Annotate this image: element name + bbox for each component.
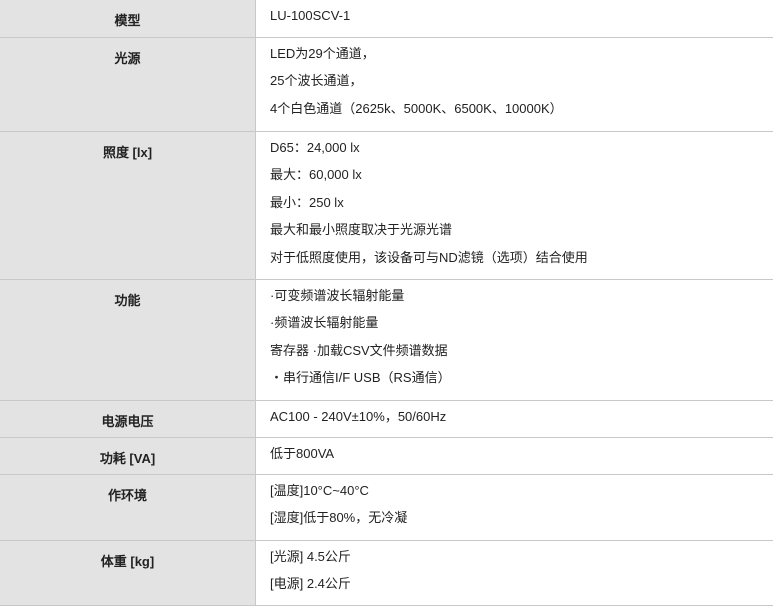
- value-line: 25个波长通道，: [270, 73, 363, 88]
- row-label: 作环境: [0, 474, 256, 541]
- value-line: AC100 - 240V±10%，50/60Hz: [270, 408, 447, 424]
- value-line: 最大和最小照度取决于光源光谱: [270, 222, 453, 237]
- table-row-voltage: 电源电压 AC100 - 240V±10%，50/60Hz: [0, 400, 773, 438]
- value-line: 4个白色通道（2625k、5000K、6500K、10000K）: [270, 100, 563, 116]
- row-label: 功能: [0, 279, 256, 401]
- row-label: 功耗 [VA]: [0, 437, 256, 475]
- row-value: [温度]10°C~40°C [湿度]低于80%，无冷凝: [255, 474, 773, 541]
- row-value: LU-100SCV-1: [255, 0, 773, 38]
- row-value: ·可变频谱波长辐射能量 ·频谱波长辐射能量 寄存器 ·加载CSV文件频谱数据 ・…: [255, 279, 773, 401]
- value-line: 最小：250 lx: [270, 194, 344, 210]
- row-label-text: 功能: [114, 292, 141, 308]
- table-row-light-source: 光源 LED为29个通道， 25个波长通道， 4个白色通道（2625k、5000…: [0, 37, 773, 132]
- row-label: 体重 [kg]: [0, 540, 256, 606]
- row-value: AC100 - 240V±10%，50/60Hz: [255, 400, 773, 438]
- table-row-model: 模型 LU-100SCV-1: [0, 0, 773, 38]
- value-line: D65：24,000 lx: [270, 139, 360, 155]
- value-line: ・串行通信I/F USB（RS通信）: [270, 370, 451, 385]
- value-line: LU-100SCV-1: [270, 8, 351, 23]
- value-line: [电源] 2.4公斤: [270, 576, 351, 591]
- value-line: [温度]10°C~40°C: [270, 482, 369, 498]
- row-value: 低于800VA: [255, 437, 773, 475]
- row-label: 光源: [0, 37, 256, 132]
- table-row-environment: 作环境 [温度]10°C~40°C [湿度]低于80%，无冷凝: [0, 474, 773, 541]
- row-label-text: 光源: [114, 50, 141, 66]
- table-row-illuminance: 照度 [lx] D65：24,000 lx 最大：60,000 lx 最小：25…: [0, 131, 773, 280]
- value-line: 寄存器 ·加载CSV文件频谱数据: [270, 342, 448, 358]
- value-line: 低于800VA: [270, 445, 335, 461]
- value-line: [湿度]低于80%，无冷凝: [270, 510, 408, 525]
- row-label-text: 体重 [kg]: [100, 553, 155, 569]
- value-line: [光源] 4.5公斤: [270, 548, 351, 564]
- value-line: 对于低照度使用，该设备可与ND滤镜（选项）结合使用: [270, 249, 588, 265]
- table-row-weight: 体重 [kg] [光源] 4.5公斤 [电源] 2.4公斤: [0, 540, 773, 606]
- spec-table: 模型 LU-100SCV-1 光源 LED为29个通道， 25个波长通道， 4个…: [0, 0, 773, 606]
- row-label-text: 照度 [lx]: [102, 144, 153, 160]
- row-value: D65：24,000 lx 最大：60,000 lx 最小：250 lx 最大和…: [255, 131, 773, 280]
- table-row-power: 功耗 [VA] 低于800VA: [0, 437, 773, 475]
- row-label-text: 作环境: [107, 487, 147, 503]
- row-label-text: 模型: [114, 13, 141, 28]
- row-value: LED为29个通道， 25个波长通道， 4个白色通道（2625k、5000K、6…: [255, 37, 773, 132]
- row-label-text: 功耗 [VA]: [99, 450, 156, 466]
- table-row-function: 功能 ·可变频谱波长辐射能量 ·频谱波长辐射能量 寄存器 ·加载CSV文件频谱数…: [0, 279, 773, 401]
- value-line: 最大：60,000 lx: [270, 167, 362, 182]
- value-line: ·可变频谱波长辐射能量: [270, 287, 405, 303]
- row-label: 模型: [0, 0, 256, 38]
- row-label-text: 电源电压: [101, 413, 154, 429]
- row-value: [光源] 4.5公斤 [电源] 2.4公斤: [255, 540, 773, 606]
- value-line: ·频谱波长辐射能量: [270, 315, 379, 330]
- row-label: 电源电压: [0, 400, 256, 438]
- row-label: 照度 [lx]: [0, 131, 256, 280]
- value-line: LED为29个通道，: [270, 45, 375, 61]
